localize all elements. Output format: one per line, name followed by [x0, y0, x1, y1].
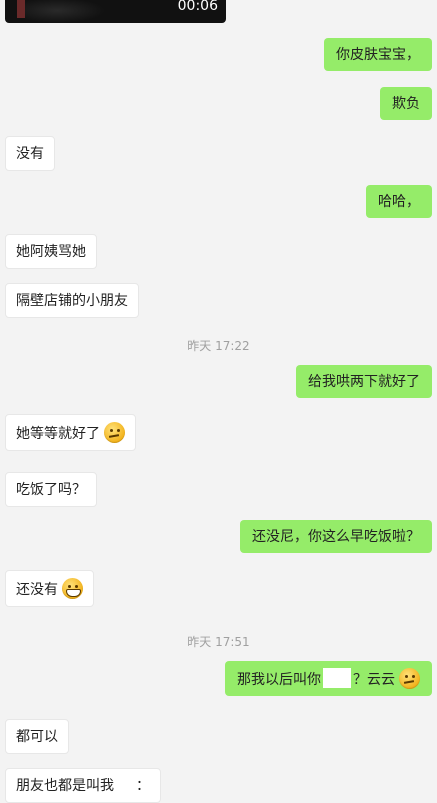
message-bubble-incoming[interactable]: 没有: [5, 136, 55, 171]
message-text-before: 那我以后叫你: [237, 672, 321, 688]
message-text-before: 朋友也都是叫我: [16, 778, 114, 794]
message-bubble-outgoing[interactable]: 哈哈，: [366, 185, 432, 218]
message-bubble-outgoing[interactable]: 那我以后叫你 ？云云: [225, 661, 432, 696]
video-message-thumbnail[interactable]: 00:06: [5, 0, 226, 23]
message-bubble-outgoing[interactable]: 你皮肤宝宝，: [324, 38, 432, 71]
message-text: 还没有: [16, 582, 58, 598]
message-bubble-incoming[interactable]: 吃饭了吗？: [5, 472, 97, 507]
message-text: 哈哈，: [378, 194, 420, 210]
thinking-face-icon: [399, 668, 420, 689]
message-text: 你皮肤宝宝，: [336, 47, 420, 63]
message-text: 吃饭了吗？: [16, 482, 86, 498]
message-text: 都可以: [16, 729, 58, 745]
message-bubble-incoming[interactable]: 她阿姨骂她: [5, 234, 97, 269]
message-bubble-outgoing[interactable]: 还没尼，你这么早吃饭啦？: [240, 520, 432, 553]
grinning-face-icon: [62, 578, 83, 599]
message-bubble-incoming[interactable]: 还没有: [5, 570, 94, 607]
redacted-text: [323, 668, 351, 688]
message-text: 她等等就好了: [16, 426, 100, 442]
message-bubble-outgoing[interactable]: 欺负: [380, 87, 432, 120]
chat-timestamp: 昨天 17:22: [187, 339, 250, 353]
message-bubble-incoming[interactable]: 她等等就好了: [5, 414, 136, 451]
message-text: 给我哄两下就好了: [308, 374, 420, 390]
thinking-face-icon: [104, 422, 125, 443]
message-bubble-outgoing[interactable]: 给我哄两下就好了: [296, 365, 432, 398]
message-text-after: ？云云: [353, 672, 395, 688]
chat-timestamp: 昨天 17:51: [187, 635, 250, 649]
message-text: 她阿姨骂她: [16, 244, 86, 260]
video-duration: 00:06: [177, 0, 218, 14]
message-bubble-incoming[interactable]: 朋友也都是叫我 ：: [5, 768, 161, 803]
message-bubble-incoming[interactable]: 都可以: [5, 719, 69, 754]
message-bubble-incoming[interactable]: 隔壁店铺的小朋友: [5, 283, 139, 318]
message-text: 隔壁店铺的小朋友: [16, 293, 128, 309]
message-text: 还没尼，你这么早吃饭啦？: [252, 529, 420, 545]
message-text: 欺负: [392, 96, 420, 112]
video-preview-shadow: [25, 0, 105, 23]
message-text-after: ：: [136, 778, 150, 794]
message-text: 没有: [16, 146, 44, 162]
